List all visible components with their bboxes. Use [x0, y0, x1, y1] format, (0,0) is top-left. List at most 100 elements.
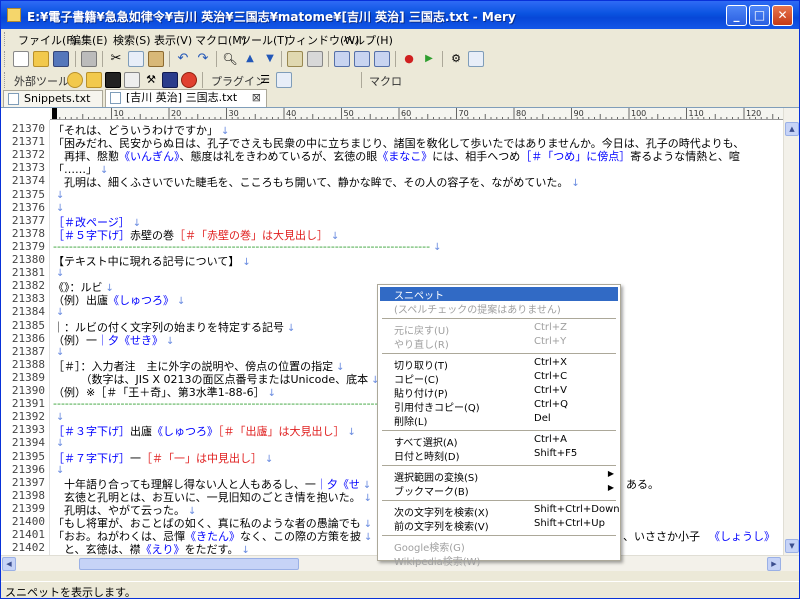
- app-icon[interactable]: [7, 8, 21, 22]
- view-mode-icon[interactable]: [334, 51, 350, 67]
- paste-icon[interactable]: [148, 51, 164, 67]
- record-macro-icon[interactable]: ●: [401, 51, 417, 67]
- cmd-tool-icon[interactable]: [105, 72, 121, 88]
- minimize-button[interactable]: _: [726, 5, 747, 26]
- ie-tool-icon[interactable]: [67, 72, 83, 88]
- newline-mark-icon: ↓: [56, 412, 65, 424]
- tab-snippets[interactable]: Snippets.txt: [3, 90, 103, 107]
- menu-item-shortcut: Shift+F5: [534, 448, 578, 459]
- toolbar-grip[interactable]: [4, 51, 7, 67]
- tools-toolbar: 外部ツール ⚒ プラグイン ☰ マクロ: [1, 69, 799, 89]
- scroll-left-icon[interactable]: ◀: [2, 557, 16, 571]
- find-previous-icon[interactable]: ▲: [242, 51, 258, 67]
- plugin-icon[interactable]: [276, 72, 292, 88]
- pl-tool-icon[interactable]: [162, 72, 178, 88]
- title-bar[interactable]: E:¥電子書籍¥急急如律令¥吉川 英治¥三国志¥matome¥[吉川 英治] 三…: [1, 1, 799, 29]
- text-line-tail[interactable]: 、いささか小子: [623, 528, 700, 544]
- menu-search[interactable]: 検索(S): [113, 32, 151, 48]
- text-line[interactable]: ↓: [53, 410, 64, 423]
- chrome-tool-icon[interactable]: [181, 72, 197, 88]
- save-icon[interactable]: [53, 51, 69, 67]
- menu-help[interactable]: ヘルプ(H): [343, 32, 393, 48]
- line-number: 21396: [11, 462, 45, 476]
- menu-file[interactable]: ファイル(F): [18, 32, 77, 48]
- text-line[interactable]: 再拝、慇懃《いんぎん》、態度は礼をきわめているが、玄徳の眼《まなこ》には、相手へ…: [53, 148, 740, 164]
- context-menu-item[interactable]: ブックマーク(B) ▶: [380, 483, 618, 498]
- text-line[interactable]: ↓: [53, 305, 64, 318]
- find-in-files-icon[interactable]: [307, 51, 323, 67]
- context-menu-item[interactable]: 切り取り(T) Ctrl+X: [380, 357, 618, 372]
- toolbar-separator: [75, 51, 76, 67]
- outline-plugin-icon[interactable]: ☰: [257, 72, 273, 88]
- context-menu-item[interactable]: 次の文字列を検索(X) Shift+Ctrl+Down: [380, 504, 620, 519]
- menu-edit[interactable]: 編集(E): [70, 32, 108, 48]
- settings-icon[interactable]: ⚙: [448, 51, 464, 67]
- context-menu-item[interactable]: スニペット: [380, 287, 618, 302]
- ruby-text: 《せき》: [119, 333, 163, 347]
- text-line[interactable]: 【テキスト中に現れる記号について】 ↓: [53, 253, 251, 269]
- menubar-grip[interactable]: [4, 32, 7, 46]
- line-number: 21381: [11, 266, 45, 280]
- submenu-arrow-icon: ▶: [607, 469, 614, 478]
- find-icon[interactable]: 🔍︎: [222, 51, 238, 67]
- editor-tool-icon[interactable]: [124, 72, 140, 88]
- context-menu-item[interactable]: 引用付きコピー(Q) Ctrl+Q: [380, 399, 618, 414]
- text-line[interactable]: ↓: [53, 345, 64, 358]
- tab-sangokushi[interactable]: [吉川 英治] 三国志.txt ⊠: [105, 89, 267, 107]
- text-line[interactable]: ----------------------------------------…: [53, 240, 441, 253]
- open-folder-icon[interactable]: [33, 51, 49, 67]
- undo-icon[interactable]: ↶: [175, 51, 191, 67]
- line-text: 、いささか小子: [623, 530, 700, 544]
- context-menu-item[interactable]: 貼り付け(P) Ctrl+V: [380, 385, 618, 400]
- lbl-text: ［＃３字下げ］: [53, 425, 130, 439]
- text-line[interactable]: ↓: [53, 188, 64, 201]
- explorer-tool-icon[interactable]: [86, 72, 102, 88]
- text-line[interactable]: ↓: [53, 266, 64, 279]
- text-line[interactable]: ↓: [53, 201, 64, 214]
- tab-close-icon[interactable]: ⊠: [252, 90, 261, 105]
- new-file-icon[interactable]: [13, 51, 29, 67]
- menu-view[interactable]: 表示(V): [154, 32, 192, 48]
- replace-icon[interactable]: [287, 51, 303, 67]
- horizontal-scroll-thumb[interactable]: [79, 558, 299, 570]
- context-menu-item[interactable]: 日付と時刻(D) Shift+F5: [380, 448, 618, 463]
- menu-macro[interactable]: マクロ(M): [195, 32, 246, 48]
- context-menu-item[interactable]: 選択範囲の変換(S) ▶: [380, 469, 618, 484]
- context-menu-item[interactable]: すべて選択(A) Ctrl+A: [380, 434, 618, 449]
- redo-icon[interactable]: ↷: [195, 51, 211, 67]
- scroll-up-icon[interactable]: ▲: [785, 122, 799, 136]
- text-line[interactable]: 孔明は、細くふさいでいた睫毛を、こころもち開いて、静かな眸で、その人の容子を、な…: [53, 174, 580, 190]
- text-line-tail[interactable]: ある。: [626, 476, 659, 492]
- text-line[interactable]: （例）一｜夕《せき》 ↓: [53, 332, 174, 348]
- context-menu-item[interactable]: 前の文字列を検索(V) Shift+Ctrl+Up: [380, 518, 618, 533]
- word-wrap-icon[interactable]: [354, 51, 370, 67]
- text-line[interactable]: ↓: [53, 436, 64, 449]
- close-button[interactable]: ✕: [772, 5, 793, 26]
- maximize-button[interactable]: □: [749, 5, 770, 26]
- copy-icon[interactable]: [128, 51, 144, 67]
- text-line[interactable]: ↓: [53, 463, 64, 476]
- menu-item-shortcut: Ctrl+Q: [534, 399, 569, 410]
- menu-separator: [382, 535, 616, 536]
- window-list-icon[interactable]: [468, 51, 484, 67]
- line-number: 21398: [11, 488, 45, 502]
- tool-settings-icon[interactable]: ⚒: [143, 72, 159, 88]
- context-menu-item[interactable]: コピー(C) Ctrl+C: [380, 371, 618, 386]
- ruler-mark: 30: [229, 109, 239, 118]
- scroll-right-icon[interactable]: ▶: [767, 557, 781, 571]
- print-icon[interactable]: [81, 51, 97, 67]
- text-line-tail[interactable]: 《しょうし》: [709, 528, 775, 544]
- play-macro-icon[interactable]: ▶: [421, 51, 437, 67]
- find-next-icon[interactable]: ▼: [262, 51, 278, 67]
- toolbar-grip[interactable]: [4, 72, 7, 88]
- line-text: ある。: [626, 477, 659, 491]
- menu-tools[interactable]: ツール(T): [240, 32, 288, 48]
- cut-icon[interactable]: ✂: [108, 51, 124, 67]
- split-view-icon[interactable]: [374, 51, 390, 67]
- vertical-scrollbar[interactable]: ▲ ▼: [783, 108, 799, 555]
- text-line[interactable]: ［＃７字下げ］一［＃「一」は中見出し］ ↓: [53, 450, 273, 466]
- text-line[interactable]: ［＃３字下げ］出廬《しゅつろ》［＃「出廬」は大見出し］ ↓: [53, 423, 356, 439]
- scroll-down-icon[interactable]: ▼: [785, 539, 799, 553]
- context-menu-item[interactable]: 削除(L) Del: [380, 413, 618, 428]
- text-line[interactable]: （例）出廬《しゅつろ》 ↓: [53, 292, 185, 308]
